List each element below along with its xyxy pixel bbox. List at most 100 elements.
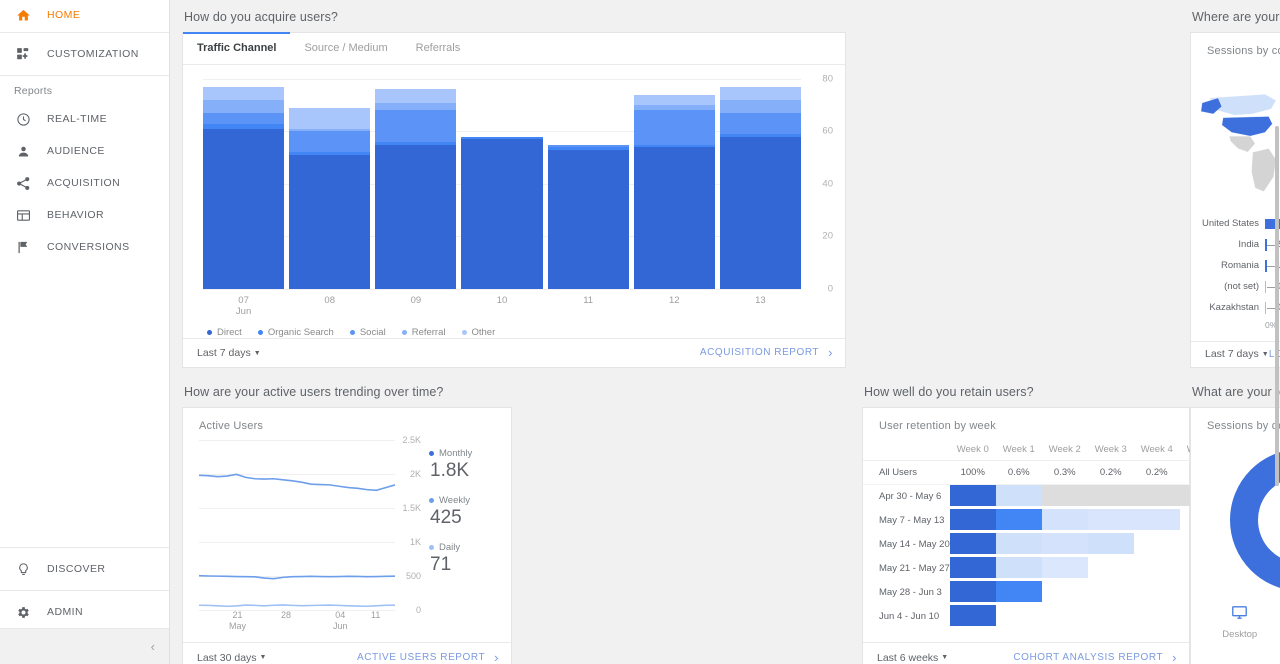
table-row[interactable]: Jun 4 - Jun 10 [863,604,1226,629]
table-row[interactable]: May 21 - May 27 [863,556,1226,581]
heatmap-cell[interactable] [949,556,996,581]
heatmap-cell[interactable] [995,556,1042,581]
tab-referrals[interactable]: Referrals [402,33,475,64]
bar[interactable] [461,136,543,289]
acquisition-report-link[interactable]: ACQUISITION REPORT › [700,345,833,360]
country-row[interactable]: (not set)0.6% [1195,276,1280,297]
x-axis-tick: 21 May [229,610,247,631]
country-row[interactable]: Romania1.1% [1195,255,1280,276]
legend-item[interactable]: Direct [207,327,242,338]
heatmap-cell[interactable] [1041,556,1088,581]
sidebar-item-home[interactable]: HOME [0,3,169,27]
tab-source-medium[interactable]: Source / Medium [290,33,401,64]
sidebar-item-acquisition[interactable]: ACQUISITION [0,167,169,199]
heatmap-cell[interactable] [995,508,1042,533]
heatmap-cell[interactable] [1042,605,1088,629]
legend-label: Other [471,326,496,338]
table-row[interactable]: May 7 - May 13 [863,508,1226,533]
x-axis-tick: 13 [755,294,766,306]
table-row[interactable]: May 14 - May 20 [863,532,1226,557]
retention-table-body: All Users100%0.6%0.3%0.2%0.2%0% Apr 30 - … [863,460,1226,629]
country-name: Romania [1220,260,1259,271]
y-axis-tick: 2.5K [402,435,421,445]
bar-segment-other [203,86,285,100]
bar[interactable] [203,86,285,289]
page-scrollbar[interactable] [1274,0,1280,664]
sidebar-item-behavior[interactable]: BEHAVIOR [0,199,169,231]
scrollbar-thumb[interactable] [1275,126,1279,486]
heatmap-cell[interactable] [1088,581,1134,605]
legend-item[interactable]: Other [461,326,496,338]
stat-name: Daily [439,542,461,553]
legend-dot [349,329,355,335]
bar[interactable] [375,89,457,289]
bar-segment-direct [547,149,629,289]
heatmap-cell[interactable] [995,532,1042,557]
date-range-selector[interactable]: Last 7 days ▼ [1205,348,1269,360]
legend-item[interactable]: Social [349,327,386,338]
heatmap-cell[interactable] [1087,508,1134,533]
heatmap-cell[interactable] [949,484,996,509]
sidebar-item-customization[interactable]: CUSTOMIZATION [0,38,169,70]
date-range-label: Last 7 days [1205,348,1259,361]
heatmap-cell[interactable] [949,532,996,557]
sidebar-item-real-time[interactable]: REAL-TIME [0,103,169,135]
bar-segment-other [375,89,457,103]
heatmap-cell[interactable] [1134,533,1180,557]
bar[interactable] [547,144,629,289]
heatmap-cell[interactable] [995,484,1042,509]
date-range-selector[interactable]: Last 7 days ▼ [197,347,261,359]
heatmap-cell[interactable] [949,580,996,605]
heatmap-cell[interactable] [1087,484,1134,509]
heatmap-cell[interactable] [1041,532,1088,557]
heatmap-cell[interactable] [1134,605,1180,629]
table-row[interactable]: Apr 30 - May 6 [863,484,1226,509]
retention-footer: Last 6 weeks ▼ COHORT ANALYSIS REPORT › [863,642,1189,664]
heatmap-cell[interactable] [1133,484,1180,509]
heatmap-swatch [949,484,996,506]
bar[interactable] [633,94,715,289]
sidebar-item-label: CONVERSIONS [47,241,130,253]
heatmap-cell[interactable] [949,508,996,533]
table-row[interactable]: May 28 - Jun 3 [863,580,1226,605]
active-users-report-link[interactable]: ACTIVE USERS REPORT › [357,650,499,664]
heatmap-cell[interactable] [996,605,1042,629]
country-row[interactable]: United States93.2% [1195,213,1280,234]
y-axis-tick: 40 [822,178,833,190]
sidebar-item-audience[interactable]: AUDIENCE [0,135,169,167]
heatmap-cell[interactable] [1042,581,1088,605]
legend-item[interactable]: Referral [401,327,446,338]
heatmap-cell[interactable] [995,580,1042,605]
heatmap-cell[interactable] [1041,484,1088,509]
cohort-analysis-link[interactable]: COHORT ANALYSIS REPORT › [1013,650,1177,664]
bar[interactable] [289,107,371,289]
sidebar-item-discover[interactable]: DISCOVER [0,553,169,585]
table-header-cell: Week 0 [949,438,996,461]
legend-item[interactable]: Organic Search [257,327,334,338]
retention-percent: 0.6% [995,460,1042,485]
date-range-selector[interactable]: Last 6 weeks ▼ [877,652,948,664]
country-row[interactable]: India2.3% [1195,234,1280,255]
sidebar-collapse-button[interactable]: ‹ [0,628,169,664]
heatmap-swatch [995,556,1042,578]
bar[interactable] [719,86,801,289]
heatmap-cell[interactable] [1088,605,1134,629]
divider [0,75,169,76]
heatmap-cell[interactable] [1134,557,1180,581]
country-row[interactable]: Kazakhstan0.6% [1195,297,1280,318]
stat-dot [429,498,434,503]
bar-segment-direct [375,144,457,289]
device-desktop[interactable]: Desktop [1222,604,1257,640]
heatmap-cell[interactable] [1134,581,1180,605]
heatmap-cell[interactable] [1087,532,1134,557]
sidebar-item-admin[interactable]: ADMIN [0,596,169,628]
heatmap-cell[interactable] [1133,508,1180,533]
tab-traffic-channel[interactable]: Traffic Channel [183,32,291,64]
heatmap-cell[interactable] [1041,508,1088,533]
heatmap-cell[interactable] [1088,557,1134,581]
retention-percent: 0.2% [1133,460,1180,485]
sidebar-item-conversions[interactable]: CONVERSIONS [0,231,169,263]
bar-segment-other [289,107,371,129]
date-range-selector[interactable]: Last 30 days ▼ [197,652,266,664]
heatmap-cell[interactable] [949,604,996,629]
